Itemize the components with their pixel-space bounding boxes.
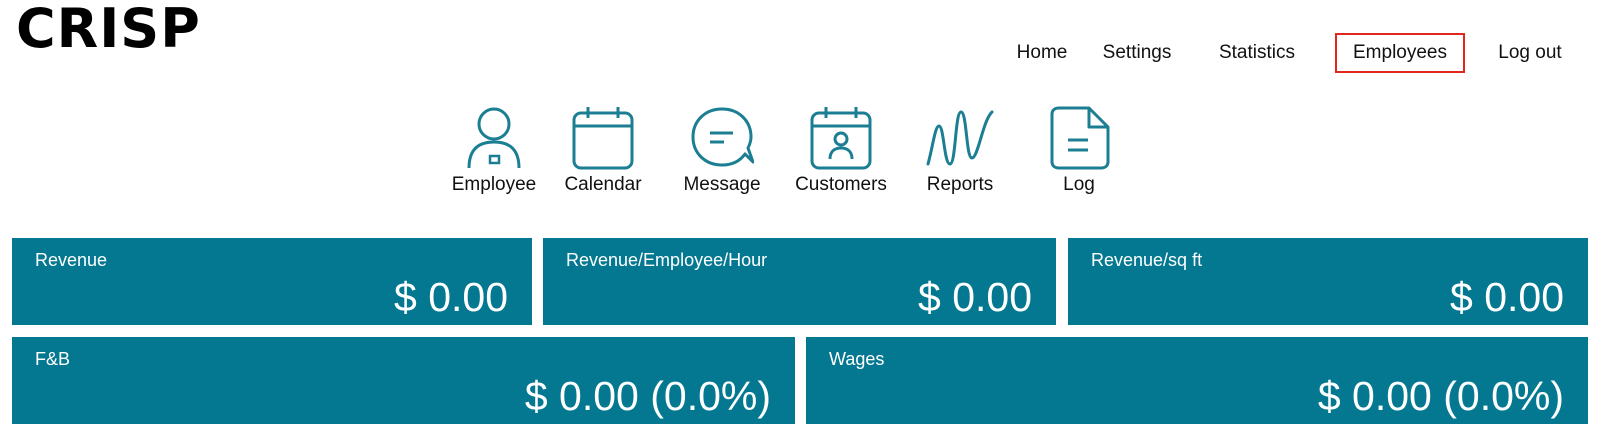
nav-home[interactable]: Home [1000, 33, 1084, 73]
quick-link-label: Customers [795, 174, 887, 195]
card-title: F&B [35, 349, 71, 369]
revenue-per-sqft-card: Revenue/sq ft $ 0.00 [1068, 238, 1588, 325]
quick-link-message[interactable]: Message [667, 106, 777, 196]
quick-link-log[interactable]: Log [1024, 106, 1134, 196]
revenue-per-employee-hour-card: Revenue/Employee/Hour $ 0.00 [543, 238, 1056, 325]
quick-link-label: Employee [451, 174, 537, 195]
quick-links: Employee Calendar Message Customers Repo… [0, 106, 1600, 206]
quick-link-label: Log [1063, 174, 1095, 195]
wages-card: Wages $ 0.00 (0.0%) [806, 337, 1588, 424]
document-icon [1050, 106, 1110, 170]
nav-employees[interactable]: Employees [1335, 33, 1465, 73]
quick-link-calendar[interactable]: Calendar [548, 106, 658, 196]
card-value: $ 0.00 [918, 274, 1032, 320]
quick-link-employee[interactable]: Employee [439, 106, 549, 196]
person-badge-icon [467, 107, 521, 169]
quick-link-label: Message [683, 174, 761, 195]
card-title: Revenue/sq ft [1091, 250, 1203, 270]
quick-link-customers[interactable]: Customers [786, 106, 896, 196]
card-title: Wages [829, 349, 885, 369]
nav-statistics[interactable]: Statistics [1207, 33, 1307, 73]
quick-link-reports[interactable]: Reports [905, 106, 1015, 196]
card-value: $ 0.00 [394, 274, 508, 320]
wave-chart-icon [926, 110, 994, 166]
card-value: $ 0.00 (0.0%) [1317, 373, 1564, 419]
card-value: $ 0.00 [1450, 274, 1564, 320]
quick-link-label: Reports [926, 174, 994, 195]
calendar-person-icon [810, 107, 872, 170]
quick-link-label: Calendar [564, 174, 642, 195]
fnb-card: F&B $ 0.00 (0.0%) [12, 337, 795, 424]
revenue-card: Revenue $ 0.00 [12, 238, 532, 325]
card-title: Revenue [35, 250, 108, 270]
nav-log-out[interactable]: Log out [1485, 33, 1575, 73]
nav-settings[interactable]: Settings [1090, 33, 1184, 73]
chat-bubble-icon [691, 107, 754, 167]
card-title: Revenue/Employee/Hour [566, 250, 768, 270]
card-value: $ 0.00 (0.0%) [524, 373, 771, 419]
crisp-logo: CRISP [16, 0, 201, 60]
calendar-icon [572, 107, 634, 170]
